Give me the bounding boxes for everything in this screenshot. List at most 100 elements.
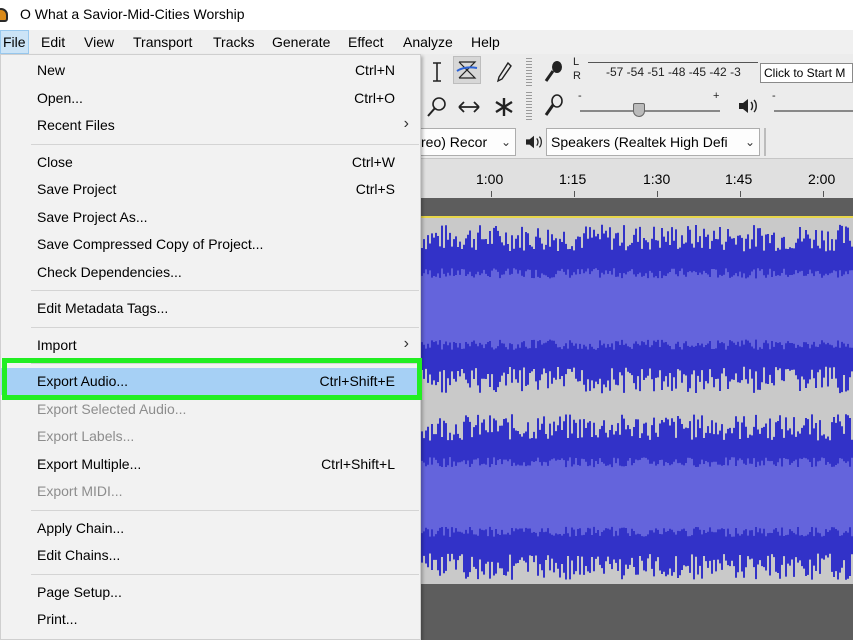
menu-item-label: Export Multiple... bbox=[37, 455, 142, 472]
menu-generate[interactable]: Generate bbox=[270, 30, 332, 54]
title-bar: O What a Savior-Mid-Cities Worship bbox=[0, 0, 853, 30]
menu-item-label: Apply Chain... bbox=[37, 519, 125, 536]
menu-item-label: Save Project As... bbox=[37, 208, 148, 225]
click-to-start-monitoring-button[interactable]: Click to Start M bbox=[760, 63, 853, 83]
selection-tool-icon[interactable] bbox=[423, 58, 451, 86]
menu-item-new[interactable]: New Ctrl+N bbox=[1, 57, 421, 84]
menu-item-page-setup[interactable]: Page Setup... bbox=[1, 579, 421, 606]
playback-device-select[interactable]: Speakers (Realtek High Defi ⌄ bbox=[546, 128, 760, 156]
menu-item-label: Recent Files bbox=[37, 117, 115, 133]
menu-tracks[interactable]: Tracks bbox=[211, 30, 256, 54]
timeline-label: 1:45 bbox=[725, 171, 753, 187]
menu-item-label: Export MIDI... bbox=[37, 483, 123, 499]
playback-device-value: Speakers (Realtek High Defi bbox=[551, 134, 728, 150]
menu-item-save-project-as[interactable]: Save Project As... bbox=[1, 204, 421, 231]
playback-volume-speaker-icon[interactable] bbox=[734, 92, 762, 120]
meter-left-label: L bbox=[573, 56, 580, 68]
menu-analyze[interactable]: Analyze bbox=[401, 30, 455, 54]
menu-view[interactable]: View bbox=[82, 30, 116, 54]
menu-item-export-midi: Export MIDI... bbox=[1, 478, 421, 505]
playback-slider-min-mark: - bbox=[772, 90, 776, 102]
menu-item-label: Export Selected Audio... bbox=[37, 400, 187, 417]
highlight-outline bbox=[2, 358, 422, 400]
menu-item-print[interactable]: Print... bbox=[1, 606, 421, 633]
menu-item-edit-chains[interactable]: Edit Chains... bbox=[1, 542, 421, 569]
timeline-label: 1:15 bbox=[559, 171, 587, 187]
envelope-tool-icon[interactable] bbox=[453, 56, 481, 84]
audacity-headphones-icon bbox=[0, 8, 8, 22]
menu-item-export-multiple[interactable]: Export Multiple... Ctrl+Shift+L bbox=[1, 451, 421, 478]
menu-separator bbox=[31, 143, 419, 145]
waveform-channel[interactable] bbox=[419, 414, 853, 580]
timeline-tick bbox=[491, 191, 492, 197]
timeline-tick bbox=[740, 191, 741, 197]
menu-item-save-project[interactable]: Save Project Ctrl+S bbox=[1, 176, 421, 203]
menu-item-apply-chain[interactable]: Apply Chain... bbox=[1, 515, 421, 542]
menu-item-close[interactable]: Close Ctrl+W bbox=[1, 149, 421, 176]
playback-volume-slider-track[interactable] bbox=[774, 110, 853, 112]
record-meter-scale: -57 -54 -51 -48 -45 -42 -3 bbox=[606, 65, 741, 79]
toolbar-grip[interactable] bbox=[526, 92, 532, 122]
menu-transport[interactable]: Transport bbox=[131, 30, 194, 54]
playback-device-speaker-icon bbox=[520, 128, 548, 156]
recording-slider-min-mark: - bbox=[578, 90, 582, 102]
timeline-tick bbox=[823, 191, 824, 197]
menu-help[interactable]: Help bbox=[469, 30, 502, 54]
timeline-label: 1:00 bbox=[476, 171, 504, 187]
waveform-channel[interactable] bbox=[419, 224, 853, 394]
menu-item-label: Save Compressed Copy of Project... bbox=[37, 236, 264, 252]
menu-item-label: Close bbox=[37, 153, 73, 170]
menu-item-label: Print... bbox=[37, 611, 78, 627]
menu-item-export-labels: Export Labels... bbox=[1, 423, 421, 450]
recording-device-select[interactable]: reo) Recor ⌄ bbox=[416, 128, 516, 156]
recording-device-value: reo) Recor bbox=[421, 134, 488, 150]
chevron-down-icon: ⌄ bbox=[744, 135, 755, 149]
menu-separator bbox=[31, 509, 419, 511]
menu-item-shortcut: Ctrl+W bbox=[351, 153, 395, 170]
menu-item-open[interactable]: Open... Ctrl+O bbox=[1, 85, 421, 112]
toolbar-divider bbox=[764, 128, 766, 156]
meter-scale-line bbox=[588, 62, 758, 63]
menu-item-label: Edit Metadata Tags... bbox=[37, 300, 169, 316]
menu-item-shortcut: Ctrl+S bbox=[355, 181, 395, 197]
menu-item-edit-metadata-tags[interactable]: Edit Metadata Tags... bbox=[1, 295, 421, 322]
meter-right-label: R bbox=[573, 70, 581, 82]
file-menu-dropdown: New Ctrl+N Open... Ctrl+O Recent Files › Close… bbox=[0, 54, 421, 640]
submenu-arrow-icon: › bbox=[403, 115, 409, 132]
recording-volume-slider-track[interactable] bbox=[580, 110, 720, 112]
multi-tool-asterisk-icon[interactable] bbox=[490, 93, 518, 121]
waveform-rms bbox=[419, 457, 853, 537]
menu-item-shortcut: Ctrl+Shift+L bbox=[321, 455, 395, 472]
toolbar-grip[interactable] bbox=[526, 58, 532, 88]
menu-effect[interactable]: Effect bbox=[346, 30, 386, 54]
timeline-tick bbox=[574, 191, 575, 197]
menu-item-recent-files[interactable]: Recent Files › bbox=[1, 112, 421, 139]
recording-volume-microphone-icon[interactable] bbox=[540, 92, 568, 120]
time-shift-tool-icon[interactable] bbox=[455, 93, 483, 121]
record-meter-microphone-icon[interactable] bbox=[540, 58, 568, 86]
menu-separator bbox=[31, 290, 419, 291]
menu-item-shortcut: Ctrl+O bbox=[354, 89, 395, 106]
waveform-rms bbox=[419, 268, 853, 350]
menu-item-label: Open... bbox=[37, 89, 83, 106]
timeline-label: 1:30 bbox=[643, 171, 671, 187]
menu-item-shortcut: Ctrl+N bbox=[354, 62, 395, 78]
menu-item-label: Export Labels... bbox=[37, 428, 135, 444]
menu-edit[interactable]: Edit bbox=[39, 30, 67, 54]
recording-slider-max-mark: + bbox=[713, 90, 720, 102]
submenu-arrow-icon: › bbox=[403, 334, 409, 352]
menu-item-check-dependencies[interactable]: Check Dependencies... bbox=[1, 259, 421, 286]
window-title: O What a Savior-Mid-Cities Worship bbox=[20, 6, 245, 22]
menu-item-import[interactable]: Import › bbox=[1, 332, 421, 359]
draw-tool-pencil-icon[interactable] bbox=[490, 58, 518, 86]
recording-volume-slider-thumb[interactable] bbox=[633, 103, 645, 117]
timeline-tick bbox=[657, 191, 658, 197]
menu-separator bbox=[31, 573, 419, 575]
chevron-down-icon: ⌄ bbox=[500, 135, 511, 149]
menu-item-label: Check Dependencies... bbox=[37, 263, 182, 280]
menu-item-save-compressed-copy-of-project[interactable]: Save Compressed Copy of Project... bbox=[1, 231, 421, 258]
menu-bar: File Edit View Transport Tracks Generate… bbox=[0, 30, 853, 54]
menu-item-label: Import bbox=[37, 336, 77, 353]
menu-file[interactable]: File bbox=[0, 30, 29, 54]
zoom-tool-magnifier-icon[interactable] bbox=[423, 93, 451, 121]
